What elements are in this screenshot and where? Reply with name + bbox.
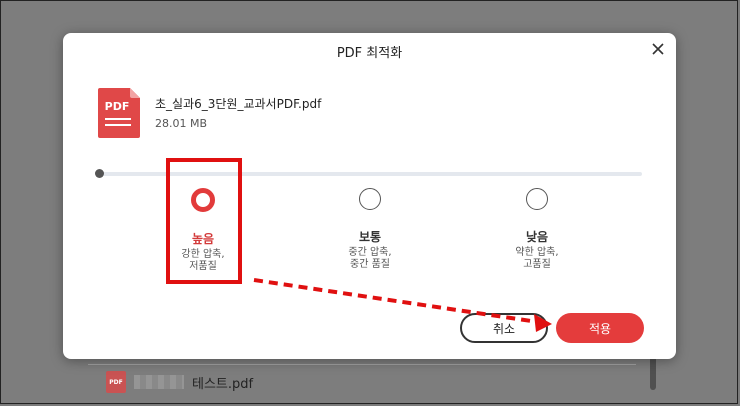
pdf-icon-text: PDF (109, 378, 123, 386)
option-medium-desc-line1: 중간 압축, (348, 247, 392, 258)
cancel-button[interactable]: 취소 (460, 313, 548, 343)
option-low-desc-line1: 약한 압축, (515, 247, 559, 258)
option-medium-desc: 중간 압축, 중간 품질 (325, 247, 415, 271)
file-name: 초_실과6_3단원_교과서PDF.pdf (155, 97, 322, 111)
pdf-file-icon: PDF (106, 371, 126, 393)
radio-high[interactable] (191, 188, 215, 212)
option-low[interactable]: 낮음 약한 압축, 고품질 (492, 188, 582, 271)
blurred-text (134, 375, 184, 389)
option-low-label: 낮음 (525, 230, 549, 244)
list-item[interactable]: PDF 테스트.pdf (106, 370, 253, 394)
option-high-desc-line1: 강한 압축, (181, 249, 225, 260)
close-icon (652, 43, 664, 55)
compression-slider-track[interactable] (97, 172, 642, 176)
option-medium-desc-line2: 중간 품질 (350, 259, 390, 270)
compression-slider-start (95, 169, 104, 178)
option-medium[interactable]: 보통 중간 압축, 중간 품질 (325, 188, 415, 271)
option-high-label: 높음 (191, 232, 215, 246)
option-low-desc: 약한 압축, 고품질 (492, 247, 582, 271)
option-high-desc: 강한 압축, 저품질 (158, 249, 248, 273)
radio-medium[interactable] (359, 188, 381, 210)
file-size: 28.01 MB (155, 117, 208, 130)
dialog-title: PDF 최적화 (336, 46, 403, 61)
pdf-icon-text: PDF (105, 100, 130, 113)
close-button[interactable] (649, 40, 667, 58)
option-medium-label: 보통 (358, 230, 382, 244)
option-high[interactable]: 높음 강한 압축, 저품질 (158, 188, 248, 273)
list-item-filename: 테스트.pdf (192, 376, 254, 392)
scrollbar[interactable] (650, 356, 656, 390)
option-low-desc-line2: 고품질 (523, 259, 551, 270)
pdf-file-icon: PDF (98, 88, 140, 138)
option-high-desc-line2: 저품질 (189, 261, 217, 272)
pdf-optimize-dialog: PDF 최적화 PDF 초_실과6_3단원_교과서PDF.pdf 28.01 M… (63, 33, 676, 359)
list-divider (88, 364, 636, 365)
apply-button[interactable]: 적용 (556, 313, 644, 343)
radio-low[interactable] (526, 188, 548, 210)
